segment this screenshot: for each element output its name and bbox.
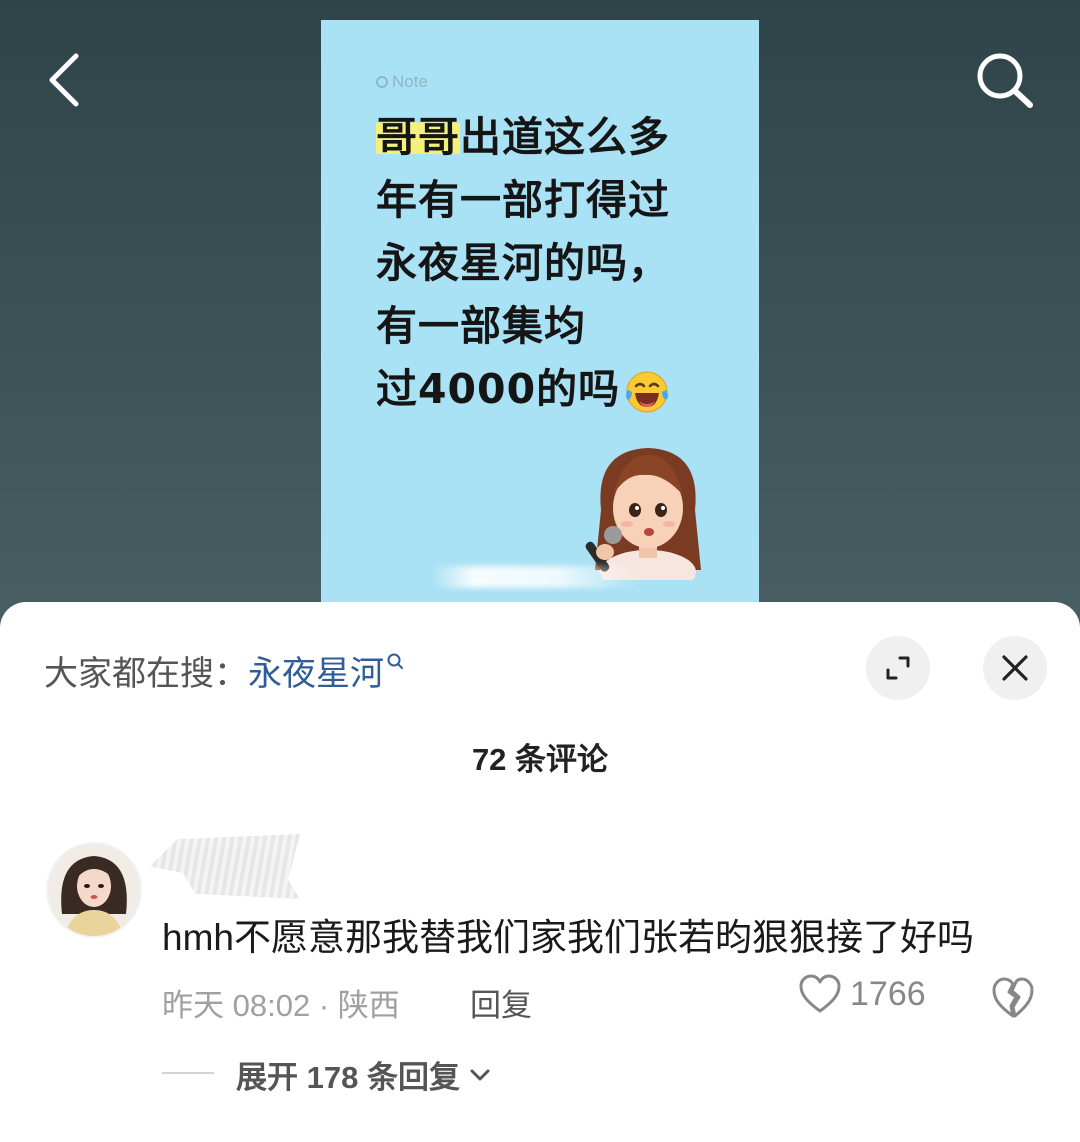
- like-button[interactable]: 1766: [798, 974, 926, 1014]
- note-logo-icon: [376, 76, 388, 88]
- obscured-username[interactable]: [150, 834, 300, 899]
- divider-line: [162, 1072, 214, 1074]
- post-image-area: Note 哥哥出道这么多 年有一部打得过 永夜星河的吗， 有一部集均 过4000…: [0, 0, 1080, 640]
- chevron-down-icon: [470, 1069, 490, 1080]
- comment-sheet: 大家都在搜：永夜星河 72 条评论 hmh不愿意那我替我们家我们张若昀狠狠接了好…: [0, 602, 1080, 1142]
- trending-keyword[interactable]: 永夜星河: [248, 655, 384, 693]
- note-line-3: 永夜星河的吗，: [376, 239, 670, 287]
- note-card[interactable]: Note 哥哥出道这么多 年有一部打得过 永夜星河的吗， 有一部集均 过4000…: [321, 20, 759, 610]
- search-icon: [977, 53, 1033, 108]
- expand-replies-button[interactable]: 展开 178 条回复: [236, 1052, 492, 1097]
- expand-replies-label: 展开 178 条回复: [236, 1060, 460, 1095]
- obscured-watermark: [431, 566, 641, 588]
- expand-button[interactable]: [866, 636, 930, 700]
- note-highlight: 哥哥: [376, 113, 460, 161]
- note-line-1: 哥哥出道这么多: [376, 106, 716, 169]
- close-icon: [1002, 655, 1028, 681]
- heart-icon: [799, 974, 841, 1013]
- note-brand: Note: [376, 72, 428, 92]
- dislike-button[interactable]: [990, 976, 1036, 1025]
- trending-label: 大家都在搜：: [44, 655, 248, 693]
- trending-search: 大家都在搜：永夜星河: [44, 646, 406, 695]
- note-text: 哥哥出道这么多 年有一部打得过 永夜星河的吗， 有一部集均 过4000的吗: [376, 106, 716, 421]
- search-button[interactable]: [970, 48, 1040, 114]
- comment-text: hmh不愿意那我替我们家我们张若昀狠狠接了好吗: [162, 917, 974, 958]
- like-count: 1766: [850, 974, 926, 1013]
- close-button[interactable]: [983, 636, 1047, 700]
- note-line-5: 过4000的吗: [376, 358, 716, 421]
- search-icon: [387, 653, 403, 669]
- note-line-5-text: 过4000的吗: [376, 365, 621, 413]
- laughing-with-tears-emoji-icon: [626, 371, 669, 413]
- girl-singing-illustration: [585, 448, 701, 580]
- expand-icon: [886, 656, 910, 680]
- avatar[interactable]: [46, 842, 142, 938]
- back-button[interactable]: [42, 50, 92, 110]
- user-avatar-image: [48, 844, 140, 936]
- comment-meta: 昨天 08:02 · 陕西: [162, 988, 400, 1023]
- note-brand-label: Note: [392, 72, 428, 91]
- note-line-4: 有一部集均: [376, 302, 586, 350]
- chevron-left-icon: [49, 53, 79, 107]
- broken-heart-icon: [992, 977, 1034, 1018]
- note-line-1-text: 出道这么多: [460, 113, 670, 161]
- note-line-2: 年有一部打得过: [376, 176, 670, 224]
- comment-count: 72 条评论: [471, 742, 609, 777]
- reply-button[interactable]: 回复: [470, 980, 532, 1025]
